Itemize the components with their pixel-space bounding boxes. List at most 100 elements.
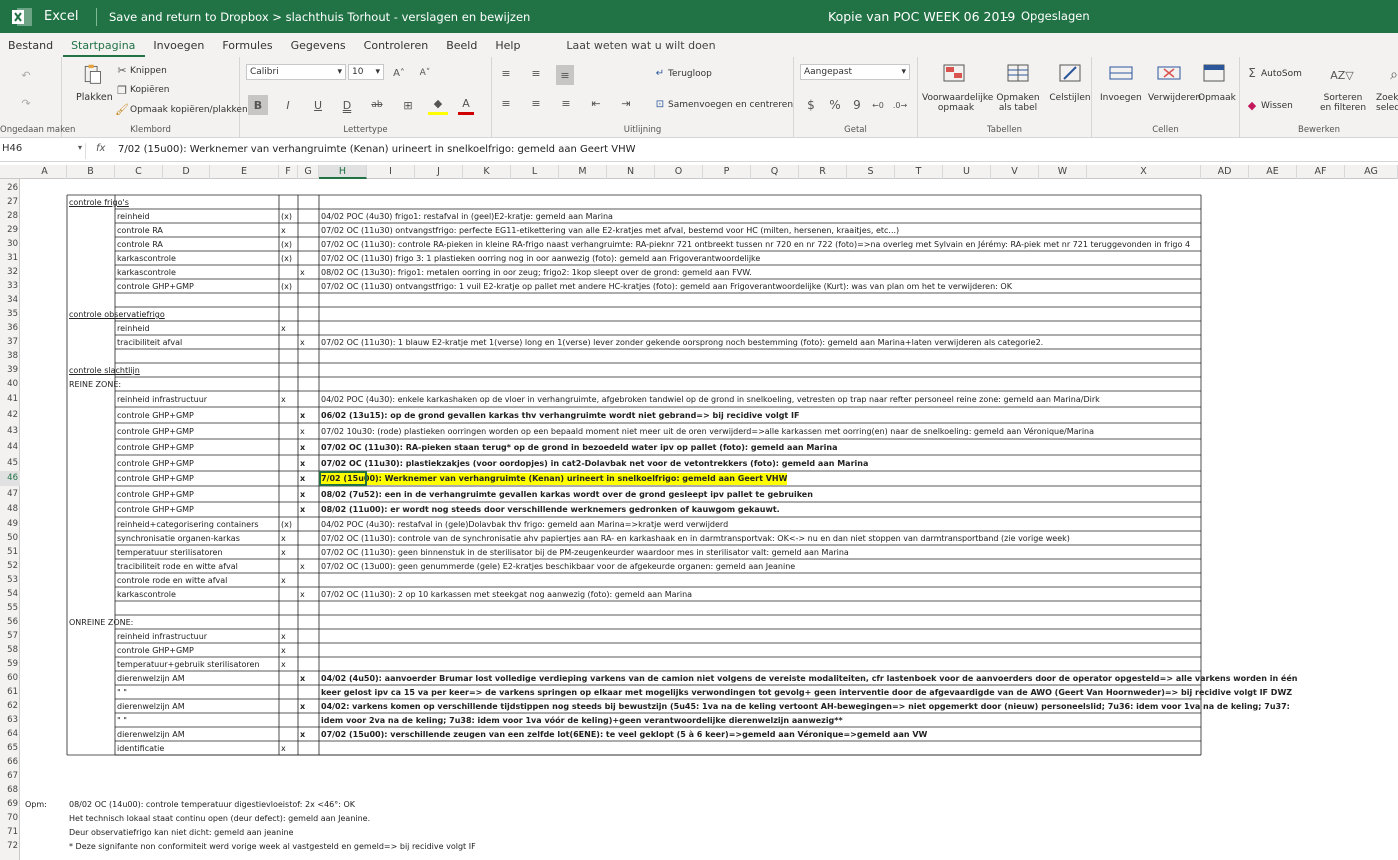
column-header[interactable]: A bbox=[23, 165, 67, 179]
cell-H63[interactable]: idem voor 2va na de keling; 7u38: idem v… bbox=[321, 715, 843, 726]
cell-H60[interactable]: 04/02 (4u50): aanvoerder Brumar lost vol… bbox=[321, 673, 1297, 684]
tab-bestand[interactable]: Bestand bbox=[0, 39, 63, 57]
cell-C61[interactable]: " " bbox=[117, 687, 127, 698]
column-header[interactable]: F bbox=[279, 165, 298, 179]
cell-F65[interactable]: x bbox=[281, 743, 286, 754]
format-as-table-button[interactable]: Opmaken als tabel bbox=[990, 93, 1046, 113]
strikethrough-button[interactable]: ab bbox=[368, 95, 386, 115]
column-header[interactable]: H bbox=[319, 165, 367, 179]
function-icon[interactable]: fx bbox=[96, 143, 105, 154]
column-header[interactable]: T bbox=[895, 165, 943, 179]
row-header[interactable]: 40 bbox=[0, 377, 20, 391]
column-header[interactable]: AF bbox=[1297, 165, 1345, 179]
cell-F31[interactable]: (x) bbox=[281, 253, 292, 264]
cell-F58[interactable]: x bbox=[281, 645, 286, 656]
format-painter-button[interactable]: Opmaak kopiëren/plakken bbox=[130, 105, 248, 115]
bold-button[interactable]: B bbox=[248, 95, 268, 115]
cell-B71[interactable]: Deur observatiefrigo kan niet dicht: gem… bbox=[69, 827, 293, 838]
delete-cells-button[interactable]: Verwijderen bbox=[1148, 93, 1201, 103]
cell-F51[interactable]: x bbox=[281, 547, 286, 558]
cell-H46[interactable]: 7/02 (15u00): Werknemer van verhangruimt… bbox=[321, 473, 788, 485]
grow-font-icon[interactable]: A˄ bbox=[392, 66, 406, 80]
document-title[interactable]: Kopie van POC WEEK 06 2019 bbox=[828, 9, 1015, 24]
row-header[interactable]: 45 bbox=[0, 455, 20, 471]
cell-F28[interactable]: (x) bbox=[281, 211, 292, 222]
cell-H61[interactable]: keer gelost ipv ca 15 va per keer=> de v… bbox=[321, 687, 1292, 698]
column-header[interactable]: O bbox=[655, 165, 703, 179]
row-header[interactable]: 46 bbox=[0, 471, 20, 486]
row-header[interactable]: 66 bbox=[0, 755, 20, 769]
cell-G60[interactable]: x bbox=[300, 673, 305, 684]
row-header[interactable]: 38 bbox=[0, 349, 20, 363]
cell-C52[interactable]: tracibiliteit rode en witte afval bbox=[117, 561, 238, 572]
copy-button[interactable]: Kopiëren bbox=[130, 85, 169, 95]
cell-H30[interactable]: 07/02 OC (11u30): controle RA-pieken in … bbox=[321, 239, 1190, 250]
sort-filter-button[interactable]: Sorteren en filteren bbox=[1318, 93, 1368, 113]
row-header[interactable]: 63 bbox=[0, 713, 20, 727]
cell-F36[interactable]: x bbox=[281, 323, 286, 334]
column-header[interactable]: R bbox=[799, 165, 847, 179]
cut-button[interactable]: Knippen bbox=[130, 66, 167, 76]
row-header[interactable]: 31 bbox=[0, 251, 20, 265]
row-header[interactable]: 55 bbox=[0, 601, 20, 615]
cell-H51[interactable]: 07/02 OC (11u30): geen binnenstuk in de … bbox=[321, 547, 849, 558]
row-header[interactable]: 61 bbox=[0, 685, 20, 699]
font-name-select[interactable]: Calibri ▾ bbox=[246, 64, 346, 80]
tab-invoegen[interactable]: Invoegen bbox=[145, 39, 214, 57]
cell-B70[interactable]: Het technisch lokaal staat continu open … bbox=[69, 813, 370, 824]
cell-C63[interactable]: " " bbox=[117, 715, 127, 726]
font-size-select[interactable]: 10 ▾ bbox=[348, 64, 384, 80]
percent-button[interactable]: % bbox=[828, 97, 842, 113]
row-header[interactable]: 49 bbox=[0, 517, 20, 531]
row-header[interactable]: 52 bbox=[0, 559, 20, 573]
align-right-icon[interactable]: ≡ bbox=[558, 95, 574, 111]
cell-F41[interactable]: x bbox=[281, 393, 286, 406]
row-header[interactable]: 44 bbox=[0, 439, 20, 455]
cell-G44[interactable]: x bbox=[300, 441, 305, 454]
cell-C37[interactable]: tracibiliteit afval bbox=[117, 337, 182, 348]
align-top-icon[interactable]: ≡ bbox=[498, 65, 514, 81]
row-header[interactable]: 41 bbox=[0, 391, 20, 407]
row-header[interactable]: 42 bbox=[0, 407, 20, 423]
row-header[interactable]: 71 bbox=[0, 825, 20, 839]
tab-controleren[interactable]: Controleren bbox=[356, 39, 439, 57]
cell-G62[interactable]: x bbox=[300, 701, 305, 712]
formula-input[interactable]: 7/02 (15u00): Werknemer van verhangruimt… bbox=[118, 144, 636, 155]
cell-C44[interactable]: controle GHP+GMP bbox=[117, 441, 194, 454]
cell-B27[interactable]: controle frigo's bbox=[69, 197, 129, 208]
number-format-select[interactable]: Aangepast ▾ bbox=[800, 64, 910, 80]
row-header[interactable]: 39 bbox=[0, 363, 20, 377]
cell-H43[interactable]: 07/02 10u30: (rode) plastieken oorringen… bbox=[321, 425, 1094, 438]
cell-H28[interactable]: 04/02 POC (4u30) frigo1: restafval in (g… bbox=[321, 211, 613, 222]
insert-cells-button[interactable]: Invoegen bbox=[1100, 93, 1142, 103]
cell-C33[interactable]: controle GHP+GMP bbox=[117, 281, 194, 292]
row-header[interactable]: 68 bbox=[0, 783, 20, 797]
cell-H48[interactable]: 08/02 (11u00): er wordt nog steeds door … bbox=[321, 504, 780, 516]
cell-B56[interactable]: ONREINE ZONE: bbox=[69, 617, 133, 628]
active-cell-selection[interactable] bbox=[319, 471, 367, 486]
cell-C41[interactable]: reinheid infrastructuur bbox=[117, 393, 207, 406]
column-header[interactable]: I bbox=[367, 165, 415, 179]
cell-C58[interactable]: controle GHP+GMP bbox=[117, 645, 194, 656]
cell-C32[interactable]: karkascontrole bbox=[117, 267, 176, 278]
redo-icon[interactable]: ↷ bbox=[18, 95, 34, 111]
align-center-icon[interactable]: ≡ bbox=[528, 95, 544, 111]
cell-B72[interactable]: * Deze signifante non conformiteit werd … bbox=[69, 841, 476, 852]
tab-beeld[interactable]: Beeld bbox=[438, 39, 487, 57]
row-header[interactable]: 27 bbox=[0, 195, 20, 209]
cell-G54[interactable]: x bbox=[300, 589, 305, 600]
cell-F53[interactable]: x bbox=[281, 575, 286, 586]
column-header[interactable]: E bbox=[210, 165, 279, 179]
shrink-font-icon[interactable]: A˅ bbox=[418, 66, 432, 80]
tab-gegevens[interactable]: Gegevens bbox=[283, 39, 356, 57]
cell-C29[interactable]: controle RA bbox=[117, 225, 163, 236]
row-header[interactable]: 69 bbox=[0, 797, 20, 811]
cell-F33[interactable]: (x) bbox=[281, 281, 292, 292]
conditional-formatting-button[interactable]: Voorwaardelijke opmaak bbox=[922, 93, 993, 113]
font-color-icon[interactable]: A bbox=[458, 95, 474, 115]
currency-button[interactable]: $ bbox=[804, 97, 818, 113]
column-header[interactable]: K bbox=[463, 165, 511, 179]
cell-G43[interactable]: x bbox=[300, 425, 305, 438]
underline-button[interactable]: U bbox=[310, 95, 326, 115]
row-header[interactable]: 60 bbox=[0, 671, 20, 685]
